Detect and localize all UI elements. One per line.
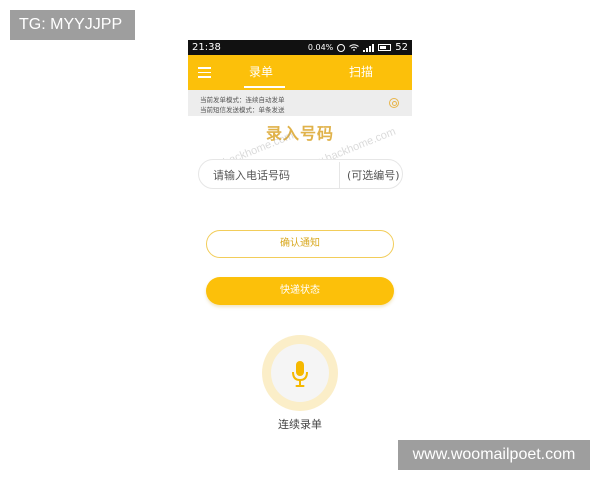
signal-icon	[363, 43, 375, 52]
voice-record-button[interactable]	[262, 335, 338, 411]
continuous-record-label: 连续录单	[278, 418, 322, 431]
sms-mode-text: 当前短信发送模式：单条发送	[200, 106, 285, 114]
express-status-button[interactable]: 快递状态	[206, 277, 394, 305]
gear-icon[interactable]	[389, 98, 399, 108]
site-overlay-label: www.woomailpoet.com	[398, 440, 590, 470]
app-bar: 录单 扫描	[188, 55, 412, 90]
phone-input-row	[198, 159, 403, 189]
microphone-icon	[292, 361, 308, 387]
mode-info-bar: 当前发单模式：连续自动发单 当前短信发送模式：单条发送	[188, 90, 412, 116]
status-bar: 21:38 0.04% 52	[188, 40, 412, 55]
status-time: 21:38	[192, 42, 221, 53]
confirm-notify-button[interactable]: 确认通知	[206, 230, 394, 258]
tab-scan[interactable]: 扫描	[336, 55, 386, 90]
page: TG: MYYJJPP 21:38 0.04% 52 录单 扫描 当前发单模式：…	[0, 0, 600, 480]
tab-record[interactable]: 录单	[236, 55, 286, 90]
serial-number-input[interactable]	[347, 166, 403, 184]
tg-overlay-label: TG: MYYJJPP	[10, 10, 135, 40]
wifi-icon	[349, 44, 360, 51]
phone-number-input[interactable]	[213, 166, 338, 184]
active-tab-indicator	[244, 86, 285, 88]
status-icons: 0.04% 52	[308, 40, 408, 55]
menu-icon[interactable]	[198, 67, 211, 78]
phone-screen: 21:38 0.04% 52 录单 扫描 当前发单模式：连续自动发单 当前短信发…	[188, 40, 412, 440]
mic-circle	[271, 344, 329, 402]
battery-icon	[378, 44, 392, 51]
input-divider	[339, 162, 340, 188]
send-mode-text: 当前发单模式：连续自动发单	[200, 96, 285, 104]
battery-level: 52	[395, 42, 408, 53]
data-rate: 0.04%	[307, 43, 334, 52]
alarm-icon	[337, 43, 346, 52]
